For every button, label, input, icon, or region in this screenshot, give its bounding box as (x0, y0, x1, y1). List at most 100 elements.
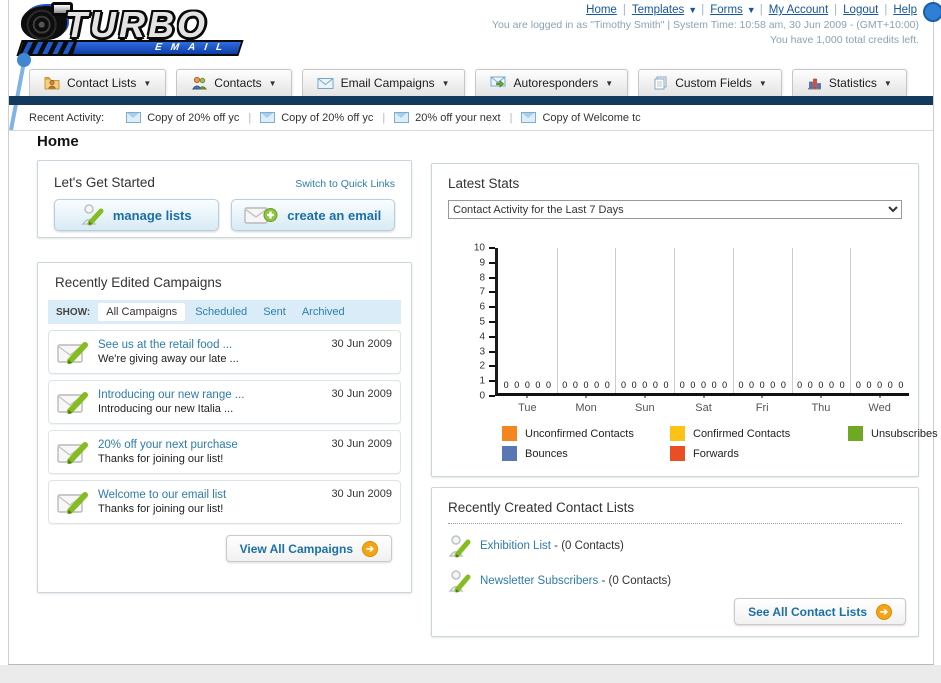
link-my-account[interactable]: My Account (769, 4, 828, 16)
show-label: SHOW: (56, 306, 91, 318)
value-label: 0 (866, 380, 872, 390)
list-separator: - (601, 575, 606, 587)
y-axis-label: 3 (479, 346, 485, 358)
y-axis-label: 7 (479, 286, 485, 298)
x-axis-label: Sun (634, 402, 655, 414)
filter-all-campaigns[interactable]: All Campaigns (98, 303, 186, 321)
link-templates[interactable]: Templates (632, 4, 684, 16)
envelope-icon (260, 112, 276, 123)
tab-contacts[interactable]: Contacts ▼ (176, 69, 292, 96)
group-gridline (674, 248, 676, 393)
legend-swatch-icon (502, 426, 517, 441)
value-label: 0 (738, 380, 744, 390)
dropdown-arrow-icon: ▼ (746, 5, 756, 15)
value-label: 0 (828, 380, 834, 390)
recent-activity-item[interactable]: Copy of 20% off yc (260, 112, 373, 124)
header-utility-area: Home | Templates ▼ | Forms ▼ | My Account | Logout… (492, 4, 919, 46)
view-all-campaigns-button[interactable]: View All Campaigns ➔ (225, 535, 392, 562)
envelope-icon (394, 112, 410, 123)
campaign-link[interactable]: Welcome to our email list (98, 489, 331, 501)
manage-lists-button[interactable]: manage lists (54, 199, 219, 231)
campaign-row[interactable]: Welcome to our email list Thanks for joi… (48, 480, 401, 524)
link-forms[interactable]: Forms (710, 4, 743, 16)
value-label: 0 (594, 380, 600, 390)
contact-list-link[interactable]: Newsletter Subscribers (480, 575, 598, 587)
envelope-plus-icon (244, 207, 278, 224)
value-label: 0 (524, 380, 530, 390)
stats-period-select[interactable]: Contact Activity for the Last 7 Days (448, 200, 902, 219)
campaign-link[interactable]: Introducing our new range ... (98, 389, 331, 401)
legend-label: Unsubscribes (871, 427, 938, 440)
y-axis-label: 2 (479, 360, 485, 372)
value-label: 0 (690, 380, 696, 390)
y-axis-label: 6 (479, 301, 485, 313)
filter-archived[interactable]: Archived (302, 306, 345, 318)
tab-autoresponders[interactable]: Autoresponders ▼ (474, 69, 629, 96)
link-home[interactable]: Home (586, 4, 617, 16)
see-all-contact-lists-button[interactable]: See All Contact Lists ➔ (734, 598, 906, 625)
help-bubble-icon[interactable] (923, 2, 941, 22)
tab-contact-lists[interactable]: Contact Lists ▼ (29, 69, 167, 96)
campaign-link[interactable]: See us at the retail food ... (98, 339, 331, 351)
campaign-row[interactable]: Introducing our new range ... Introducin… (48, 380, 401, 424)
app-logo: TURBO EMAIL (13, 2, 263, 59)
link-logout[interactable]: Logout (843, 4, 878, 16)
tab-email-campaigns[interactable]: Email Campaigns ▼ (301, 69, 465, 96)
legend-label: Confirmed Contacts (693, 427, 791, 440)
switch-quick-links[interactable]: Switch to Quick Links (295, 178, 395, 190)
top-nav-links: Home | Templates ▼ | Forms ▼ | My Account | Logout… (586, 4, 917, 16)
create-email-label: create an email (287, 207, 382, 223)
campaign-date: 30 Jun 2009 (331, 388, 392, 400)
create-email-button[interactable]: create an email (230, 199, 395, 231)
value-label: 0 (621, 380, 627, 390)
group-gridline (556, 248, 558, 393)
person-pencil-icon (448, 570, 471, 593)
group-gridline (615, 248, 617, 393)
x-axis-tick (879, 393, 881, 398)
envelope-pencil-icon (57, 342, 88, 364)
campaign-row[interactable]: See us at the retail food ... We're givi… (48, 330, 401, 374)
campaign-row[interactable]: 20% off your next purchase Thanks for jo… (48, 430, 401, 474)
y-axis-tick (489, 261, 495, 264)
x-axis-tick (761, 393, 763, 398)
x-axis-tick (703, 393, 704, 398)
campaign-subtitle: Thanks for joining our list! (98, 453, 224, 465)
y-axis-label: 8 (479, 272, 485, 284)
filter-sent[interactable]: Sent (263, 306, 286, 318)
x-axis-label: Mon (575, 402, 597, 414)
value-label: 0 (749, 380, 755, 390)
value-label: 0 (663, 380, 669, 390)
link-help[interactable]: Help (893, 4, 917, 16)
value-labels-group: 00000 (674, 380, 733, 390)
value-label: 0 (797, 380, 803, 390)
y-axis-tick (489, 306, 495, 309)
value-label: 0 (514, 380, 520, 390)
recent-activity-item[interactable]: Copy of Welcome tc (521, 112, 641, 124)
recent-campaigns-title: Recently Edited Campaigns (55, 275, 222, 290)
y-axis-tick (489, 276, 495, 279)
contact-list-item: Exhibition List - (0 Contacts) (448, 533, 902, 559)
envelope-pencil-icon (57, 442, 88, 464)
value-labels-group: 00000 (792, 380, 851, 390)
filter-scheduled[interactable]: Scheduled (195, 306, 247, 318)
recent-activity-item[interactable]: 20% off your next (394, 112, 501, 124)
x-axis-tick (526, 393, 528, 398)
x-axis-tick (585, 393, 587, 398)
tab-custom-fields[interactable]: Custom Fields ▼ (638, 69, 782, 96)
campaign-date: 30 Jun 2009 (331, 338, 392, 350)
legend-item: Confirmed Contacts (670, 426, 848, 441)
y-axis-tick (489, 321, 495, 323)
legend-swatch-icon (502, 446, 517, 461)
campaign-link[interactable]: 20% off your next purchase (98, 439, 331, 451)
tab-statistics[interactable]: Statistics ▼ (791, 69, 907, 96)
value-label: 0 (770, 380, 776, 390)
x-axis-tick (644, 393, 646, 398)
value-label: 0 (700, 380, 706, 390)
y-axis-tick (489, 380, 495, 383)
contact-list-link[interactable]: Exhibition List (480, 540, 551, 552)
value-label: 0 (711, 380, 717, 390)
value-label: 0 (546, 380, 552, 390)
recent-activity-item[interactable]: Copy of 20% off yc (126, 112, 239, 124)
logo-subtitle: EMAIL (70, 40, 244, 56)
chevron-down-icon: ▼ (758, 78, 767, 88)
